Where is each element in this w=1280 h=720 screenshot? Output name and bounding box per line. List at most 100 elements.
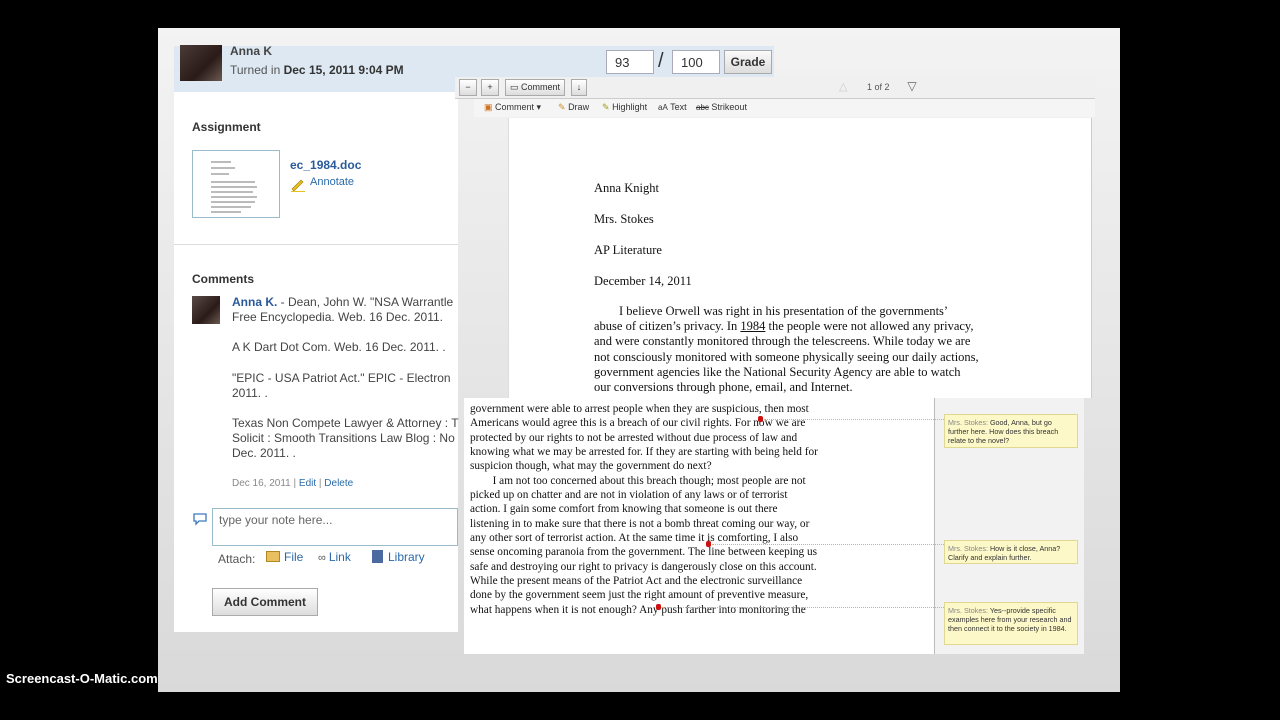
attach-link-label: Link <box>328 550 351 564</box>
attach-file-button[interactable]: File <box>266 550 303 564</box>
doc-text: abuse of citizen’s privacy. In <box>594 319 741 333</box>
text-tool[interactable]: aA Text <box>658 102 687 112</box>
add-comment-button[interactable]: Add Comment <box>212 588 318 616</box>
doc-line: December 14, 2011 <box>594 274 692 288</box>
doc-line: done by the government seem just the rig… <box>470 589 809 601</box>
doc-line: government agencies like the National Se… <box>594 365 961 379</box>
download-button[interactable]: ↓ <box>571 79 587 96</box>
doc-book-title: 1984 <box>740 319 766 333</box>
turned-in-date: Dec 15, 2011 9:04 PM <box>283 63 404 77</box>
document-thumbnail[interactable] <box>192 150 280 218</box>
comment-line: "EPIC - USA Patriot Act." EPIC - Electro… <box>232 371 451 385</box>
link-icon: ∞ <box>318 552 326 564</box>
highlight-tool-label: Highlight <box>612 102 648 112</box>
text-icon: aA <box>658 103 668 112</box>
comment-meta: Dec 16, 2011 | Edit | Delete <box>232 478 354 489</box>
highlighter-icon: ✎ <box>602 102 610 112</box>
grade-separator: / <box>658 50 664 72</box>
comment-line: Dec. 2011. . <box>232 446 296 460</box>
prev-page-icon[interactable]: △ <box>839 80 847 93</box>
doc-line: suspicion though, what may the governmen… <box>470 460 712 472</box>
doc-line: sense oncoming paranoia from the governm… <box>470 546 818 558</box>
attach-file-label: File <box>284 550 304 564</box>
folder-icon <box>266 551 280 562</box>
pen-icon: ✎ <box>558 102 566 112</box>
comment-line: Solicit : Smooth Transitions Law Blog : … <box>232 431 455 445</box>
doc-line: listening in to make sure that there is … <box>470 518 810 530</box>
turned-in-label: Turned in <box>230 63 281 77</box>
zoom-out-button[interactable]: − <box>459 79 477 96</box>
doc-line: While the present means of the Patriot A… <box>470 575 803 587</box>
student-name: Anna K <box>230 44 272 58</box>
doc-line: Mrs. Stokes <box>594 212 654 226</box>
doc-line: action. I gain some comfort from knowing… <box>470 503 778 515</box>
annotate-link[interactable]: Annotate <box>310 176 354 188</box>
comment-tool-label: Comment <box>495 102 535 112</box>
annotation-marker[interactable] <box>656 604 661 610</box>
annotation-leader <box>662 607 944 608</box>
strikeout-tool[interactable]: abc Strikeout <box>696 102 747 112</box>
comment-line: Anna K. - Dean, John W. "NSA Warrantle <box>232 295 462 310</box>
draw-tool[interactable]: ✎ Draw <box>558 102 589 113</box>
grade-button[interactable]: Grade <box>724 50 772 74</box>
comment-line: Texas Non Compete Lawyer & Attorney : T <box>232 416 459 430</box>
annotation-author: Mrs. Stokes: <box>948 418 988 427</box>
annotation-toolbar: ▣ Comment ▾ ✎ Draw ✎ Highlight aA Text a… <box>474 99 1095 117</box>
comment-toggle-label: Comment <box>521 82 561 92</box>
document-page: Anna Knight Mrs. Stokes AP Literature De… <box>508 118 1092 398</box>
divider <box>174 244 458 245</box>
speech-bubble-icon <box>193 513 207 526</box>
delete-link[interactable]: Delete <box>324 478 353 489</box>
doc-text: the people were not allowed any privacy, <box>765 319 974 333</box>
library-icon <box>372 550 383 563</box>
attach-library-button[interactable]: Library <box>372 550 425 564</box>
pencil-icon <box>291 179 305 192</box>
grade-max-input[interactable]: 100 <box>672 50 720 74</box>
annotation-author: Mrs. Stokes: <box>948 544 988 553</box>
edit-link[interactable]: Edit <box>299 478 316 489</box>
comments-heading: Comments <box>192 272 255 286</box>
annotation-marker[interactable] <box>706 541 711 547</box>
doc-line: abuse of citizen’s privacy. In 1984 the … <box>594 319 974 334</box>
doc-line: picked up on chatter and are not in viol… <box>470 489 788 501</box>
comment-line: 2011. . <box>232 386 268 400</box>
comment-author[interactable]: Anna K. <box>232 295 277 309</box>
doc-line: government were able to arrest people wh… <box>470 403 809 415</box>
turned-in-info: Turned in Dec 15, 2011 9:04 PM <box>230 63 404 77</box>
comment-line: A K Dart Dot Com. Web. 16 Dec. 2011. . <box>232 340 446 354</box>
doc-line: Americans would agree this is a breach o… <box>470 417 806 429</box>
annotation-author: Mrs. Stokes: <box>948 606 988 615</box>
doc-line: I believe Orwell was right in his presen… <box>594 304 949 318</box>
doc-line: I am not too concerned about this breach… <box>470 475 806 487</box>
annotation-note[interactable]: Mrs. Stokes: How is it close, Anna? Clar… <box>944 540 1078 564</box>
doc-line: knowing what we may be arrested for. If … <box>470 446 818 458</box>
annotation-note[interactable]: Mrs. Stokes: Good, Anna, but go further … <box>944 414 1078 448</box>
annotation-leader <box>764 419 944 420</box>
next-page-icon[interactable]: ▽ <box>903 79 921 96</box>
attach-label: Attach: <box>218 552 256 566</box>
comment-tool[interactable]: ▣ Comment ▾ <box>484 102 541 113</box>
left-panel: Assignment ec_1984.doc Annotate Comments… <box>174 92 459 632</box>
doc-line: and were constantly monitored through th… <box>594 334 971 348</box>
doc-line: our conversions through phone, email, an… <box>594 380 853 394</box>
comment-icon: ▭ <box>509 82 519 92</box>
document-link[interactable]: ec_1984.doc <box>290 158 361 172</box>
attach-link-button[interactable]: ∞ Link <box>318 550 351 564</box>
doc-line: what happens when it is not enough? Any … <box>470 604 806 616</box>
strikeout-tool-label: Strikeout <box>711 102 747 112</box>
annotation-note[interactable]: Mrs. Stokes: Yes--provide specific examp… <box>944 602 1078 645</box>
annotation-leader <box>712 544 944 545</box>
doc-line: not consciously monitored with someone p… <box>594 350 979 364</box>
zoom-in-button[interactable]: + <box>481 79 499 96</box>
text-tool-label: Text <box>670 102 687 112</box>
assignment-heading: Assignment <box>192 120 261 134</box>
grade-input[interactable]: 93 <box>606 50 654 74</box>
comment-text: - Dean, John W. "NSA Warrantle <box>277 295 454 309</box>
note-input[interactable]: type your note here... <box>212 508 458 546</box>
comment-toggle-button[interactable]: ▭ Comment <box>505 79 565 96</box>
attach-library-label: Library <box>388 550 425 564</box>
highlight-tool[interactable]: ✎ Highlight <box>602 102 647 113</box>
comment-avatar <box>192 296 220 324</box>
annotation-marker[interactable] <box>758 416 763 422</box>
comment-date: Dec 16, 2011 <box>232 478 291 489</box>
